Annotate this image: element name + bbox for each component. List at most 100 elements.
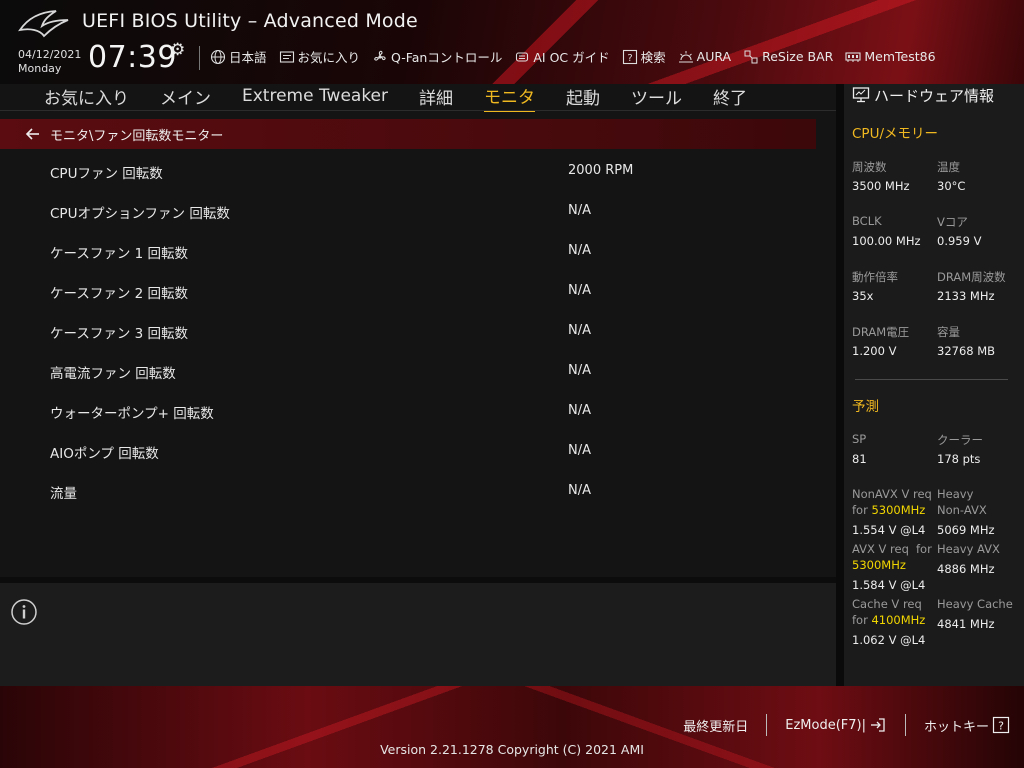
avx-for: for <box>916 542 932 556</box>
search-button[interactable]: ? 検索 <box>622 47 666 66</box>
row-label: AIOポンプ 回転数 <box>50 446 159 462</box>
last-modified-label: 最終更新日 <box>683 719 749 735</box>
row-aio-pump[interactable]: AIOポンプ 回転数 N/A <box>0 432 836 472</box>
resize-bar-icon <box>744 50 758 63</box>
clock: 07:39 <box>88 40 177 75</box>
tab-monitor[interactable]: モニタ <box>484 83 536 112</box>
fan-speed-list: CPUファン 回転数 2000 RPM CPUオプションファン 回転数 N/A … <box>0 152 836 512</box>
nonavx-for: for <box>852 503 868 517</box>
resize-bar-button[interactable]: ReSize BAR <box>743 49 833 65</box>
hw-title-row: ハードウェア情報 <box>852 84 994 106</box>
hotkeys-label: ホットキー <box>923 719 989 735</box>
nonavx-for-line: for 5300MHz <box>852 503 925 517</box>
avx-key: AVX V req <box>852 542 909 556</box>
avx-value: 1.584 V @L4 <box>852 578 926 592</box>
ratio-key: 動作倍率 <box>852 270 898 284</box>
row-cpu-opt-fan[interactable]: CPUオプションファン 回転数 N/A <box>0 192 836 232</box>
gear-icon[interactable]: ⚙ <box>170 40 185 60</box>
row-water-pump[interactable]: ウォーターポンプ+ 回転数 N/A <box>0 392 836 432</box>
search-label: 検索 <box>640 50 666 65</box>
row-value: N/A <box>568 243 591 258</box>
row-value: N/A <box>568 483 591 498</box>
ai-oc-guide-button[interactable]: AI OC ガイド <box>514 47 610 66</box>
ezmode-button[interactable]: EzMode(F7)| <box>785 716 887 734</box>
row-chassis-fan-1[interactable]: ケースファン 1 回転数 N/A <box>0 232 836 272</box>
hotkeys-button[interactable]: ホットキー ? <box>924 716 1010 735</box>
aura-button[interactable]: AURA <box>678 49 731 65</box>
row-label: ケースファン 3 回転数 <box>50 326 188 342</box>
language-button[interactable]: 日本語 <box>210 47 267 66</box>
nonavx-value: 1.554 V @L4 <box>852 523 926 537</box>
tab-advanced[interactable]: 詳細 <box>419 84 453 111</box>
heavy-nonavx-value: 5069 MHz <box>937 523 995 537</box>
row-label: 高電流ファン 回転数 <box>50 366 176 382</box>
aura-icon <box>678 50 693 62</box>
capacity-key: 容量 <box>937 325 960 339</box>
footer-bar: 最終更新日 EzMode(F7)| ホットキー ? Version 2.21.1… <box>0 686 1024 768</box>
rog-logo-icon <box>18 10 69 38</box>
row-value: N/A <box>568 203 591 218</box>
app-title: UEFI BIOS Utility – Advanced Mode <box>82 10 418 32</box>
toolbar: 日本語 お気に入り Q-Fanコントロール AI OC ガイド ? 検索 AUR… <box>210 47 936 66</box>
heavy-avx-key: Heavy AVX <box>937 542 1000 556</box>
avx-freq: 5300MHz <box>852 558 906 572</box>
row-chassis-fan-3[interactable]: ケースファン 3 回転数 N/A <box>0 312 836 352</box>
hw-divider <box>855 379 1008 380</box>
row-flow-rate[interactable]: 流量 N/A <box>0 472 836 512</box>
row-label: ウォーターポンプ+ 回転数 <box>50 406 214 422</box>
row-value: N/A <box>568 443 591 458</box>
favorites-icon <box>279 50 294 63</box>
exit-arrow-icon <box>870 718 885 732</box>
tab-exit[interactable]: 終了 <box>713 84 747 111</box>
temp-key: 温度 <box>937 160 960 174</box>
favorites-button[interactable]: お気に入り <box>279 47 361 66</box>
help-box-icon: ? <box>992 716 1010 734</box>
cooler-value: 178 pts <box>937 452 981 466</box>
heavy-nonavx-key1: Heavy <box>937 487 974 501</box>
fan-icon <box>374 50 386 61</box>
tab-tool[interactable]: ツール <box>631 84 682 111</box>
cpu-memory-section: CPU/メモリー <box>852 126 938 142</box>
memtest-button[interactable]: MemTest86 <box>845 49 936 65</box>
header-bar: UEFI BIOS Utility – Advanced Mode 04/12/… <box>0 0 1024 84</box>
row-label: ケースファン 1 回転数 <box>50 246 188 262</box>
footer-actions: 最終更新日 EzMode(F7)| ホットキー ? <box>683 714 1010 736</box>
row-cpu-fan[interactable]: CPUファン 回転数 2000 RPM <box>0 152 836 192</box>
capacity-value: 32768 MB <box>937 344 996 358</box>
qfan-label: Q-Fanコントロール <box>391 50 503 65</box>
heavy-cache-value: 4841 MHz <box>937 617 995 631</box>
cache-key: Cache V req <box>852 597 922 611</box>
tab-boot[interactable]: 起動 <box>566 84 600 111</box>
vcore-key: Vコア <box>937 215 968 229</box>
bclk-key: BCLK <box>852 214 882 228</box>
freq-value: 3500 MHz <box>852 179 910 193</box>
qfan-button[interactable]: Q-Fanコントロール <box>372 47 502 66</box>
row-label: 流量 <box>50 486 77 502</box>
prediction-section: 予測 <box>852 399 879 415</box>
back-arrow-icon[interactable] <box>24 125 42 143</box>
dram-freq-key: DRAM周波数 <box>937 270 1006 284</box>
dram-volt-value: 1.200 V <box>852 344 897 358</box>
favorites-label: お気に入り <box>297 50 361 65</box>
row-label: ケースファン 2 回転数 <box>50 286 188 302</box>
tab-extreme-tweaker[interactable]: Extreme Tweaker <box>242 86 388 108</box>
row-chassis-fan-2[interactable]: ケースファン 2 回転数 N/A <box>0 272 836 312</box>
main-tabs: お気に入り メイン Extreme Tweaker 詳細 モニタ 起動 ツール … <box>0 83 836 112</box>
date-label: 04/12/2021 <box>18 48 82 61</box>
cache-for-line: for 4100MHz <box>852 613 925 627</box>
memtest-label: MemTest86 <box>864 49 936 64</box>
row-value: N/A <box>568 283 591 298</box>
ezmode-label: EzMode(F7)| <box>785 717 866 733</box>
row-high-amp-fan[interactable]: 高電流ファン 回転数 N/A <box>0 352 836 392</box>
nonavx-freq: 5300MHz <box>871 503 926 517</box>
info-icon <box>11 599 37 625</box>
tab-favorites[interactable]: お気に入り <box>44 84 129 111</box>
resize-bar-label: ReSize BAR <box>762 49 834 64</box>
ai-oc-icon <box>516 51 529 62</box>
aura-label: AURA <box>696 49 732 64</box>
ratio-value: 35x <box>852 289 874 303</box>
panel-gap <box>836 84 844 686</box>
help-info-box <box>0 583 836 686</box>
tab-main[interactable]: メイン <box>160 84 211 111</box>
last-modified-button[interactable]: 最終更新日 <box>683 716 748 735</box>
